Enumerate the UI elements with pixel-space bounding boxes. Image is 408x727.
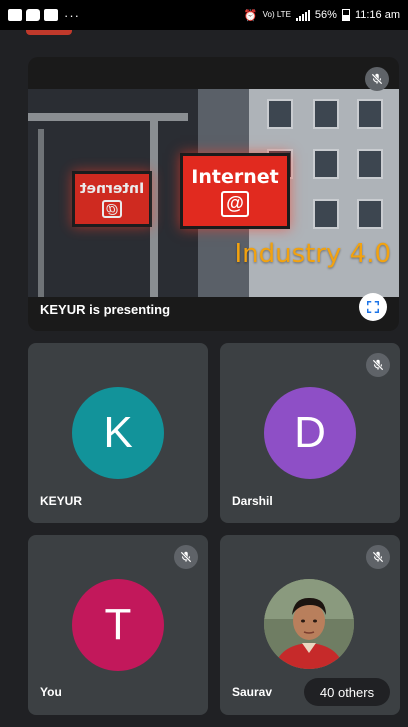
mic-off-icon — [174, 545, 198, 569]
fullscreen-icon — [367, 301, 379, 313]
mic-off-icon — [365, 67, 389, 91]
participant-tile-you[interactable]: T You — [28, 535, 208, 715]
presentation-tile[interactable]: Internet @ Internet @ Industry 4.0 KEYUR… — [28, 57, 399, 331]
participant-name: Darshil — [232, 494, 273, 508]
chat-notification-icon — [26, 9, 40, 21]
avatar: T — [72, 579, 164, 671]
slide-sign-reflection: Internet @ — [72, 171, 152, 227]
battery-icon — [341, 9, 350, 21]
avatar: K — [72, 387, 164, 479]
recording-indicator — [26, 30, 72, 35]
status-bar: ··· ⏰ Vo) LTE 56% 11:16 am — [0, 0, 408, 30]
mic-off-icon — [366, 545, 390, 569]
participant-name: Saurav — [232, 685, 273, 699]
others-count-button[interactable]: 40 others — [304, 678, 390, 706]
slide-title: Industry 4.0 — [234, 239, 391, 269]
presenter-label: KEYUR is presenting — [40, 302, 171, 317]
presentation-slide: Internet @ Internet @ Industry 4.0 — [28, 89, 399, 297]
meet-screen: ··· ⏰ Vo) LTE 56% 11:16 am Internet @ In… — [0, 0, 408, 727]
participant-name: You — [40, 685, 62, 699]
screen-icon — [8, 9, 22, 21]
signal-icon — [295, 9, 310, 21]
avatar: D — [264, 387, 356, 479]
more-notifications-indicator: ··· — [64, 7, 80, 23]
participant-name: KEYUR — [40, 494, 83, 508]
fullscreen-button[interactable] — [359, 293, 387, 321]
calendar-icon — [44, 9, 58, 21]
volte-label: Vo) LTE — [262, 10, 291, 19]
slide-sign: Internet @ — [180, 153, 290, 229]
clock: 11:16 am — [354, 9, 400, 21]
participant-tile-keyur[interactable]: K KEYUR — [28, 343, 208, 523]
participant-tile-darshil[interactable]: D Darshil — [220, 343, 400, 523]
alarm-icon: ⏰ — [243, 9, 258, 22]
mic-off-icon — [366, 353, 390, 377]
battery-percent: 56% — [314, 9, 337, 21]
profile-photo — [264, 579, 354, 669]
